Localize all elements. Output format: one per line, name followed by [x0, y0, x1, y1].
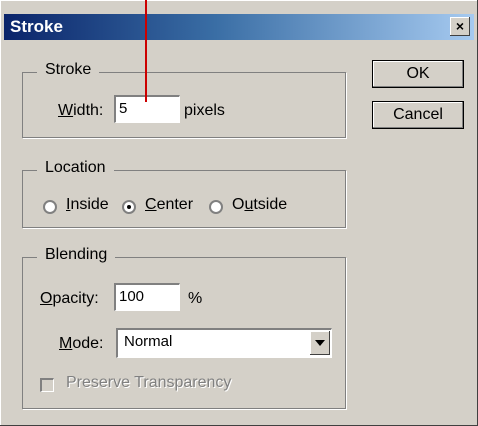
width-label-rest: idth:	[73, 102, 104, 119]
annotation-pointer-line	[145, 0, 147, 102]
stroke-dialog: Stroke × Stroke Width: 5 pixels Location…	[0, 0, 478, 426]
radio-center-label[interactable]: Center	[145, 196, 193, 214]
mode-label: Mode:	[59, 335, 104, 352]
radio-inside-label[interactable]: Inside	[66, 196, 109, 214]
cancel-button[interactable]: Cancel	[372, 101, 464, 129]
stroke-group-legend: Stroke	[37, 61, 100, 79]
ok-button[interactable]: OK	[372, 60, 464, 88]
width-input[interactable]: 5	[114, 95, 180, 123]
close-button[interactable]: ×	[450, 17, 470, 36]
window-title: Stroke	[10, 17, 63, 36]
preserve-transparency-checkbox[interactable]	[40, 378, 54, 392]
preserve-transparency-label: Preserve Transparency	[66, 374, 232, 391]
radio-inside[interactable]	[43, 200, 57, 214]
mode-select-value: Normal	[124, 333, 173, 350]
close-icon: ×	[455, 18, 465, 34]
opacity-label: Opacity:	[40, 290, 99, 307]
blending-group-legend: Blending	[37, 246, 116, 264]
opacity-input[interactable]: 100	[114, 283, 180, 311]
width-label: Width:	[58, 102, 104, 119]
opacity-unit-label: %	[188, 290, 203, 307]
width-unit-label: pixels	[184, 102, 225, 119]
location-group-legend: Location	[37, 159, 114, 177]
mode-select[interactable]: Normal	[116, 328, 332, 358]
title-bar[interactable]: Stroke ×	[4, 14, 474, 40]
radio-outside-label[interactable]: Outside	[232, 196, 287, 214]
chevron-down-icon[interactable]	[310, 331, 330, 355]
radio-outside[interactable]	[209, 200, 223, 214]
radio-center[interactable]	[122, 200, 136, 214]
